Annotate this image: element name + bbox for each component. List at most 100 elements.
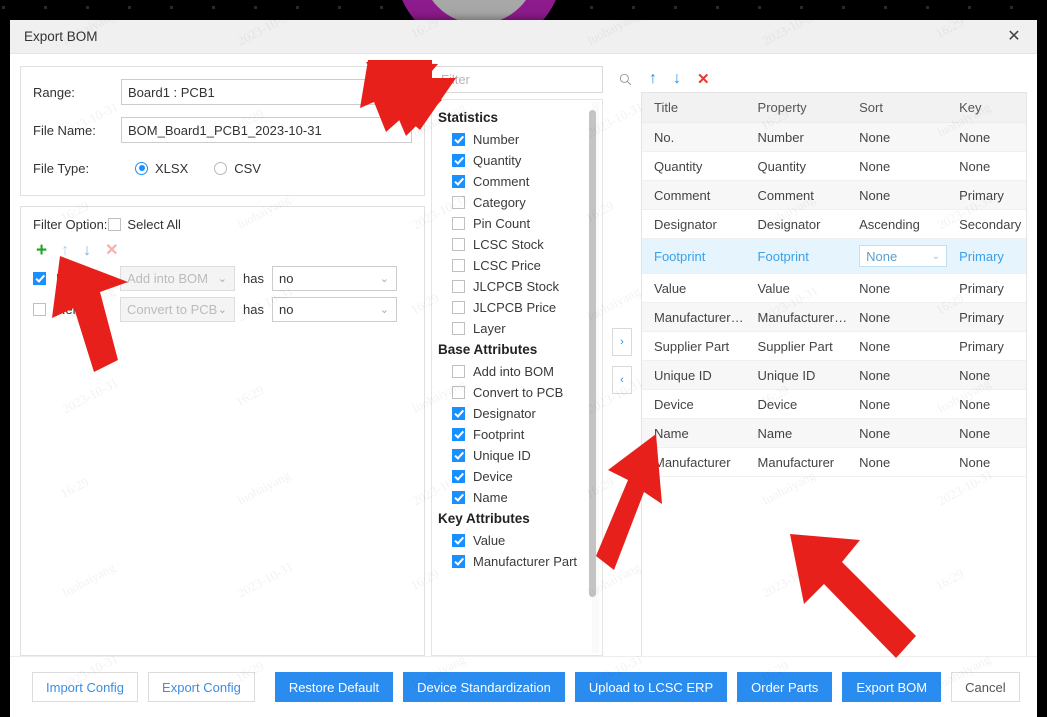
- filter-row-checkbox[interactable]: [33, 303, 46, 316]
- import-config-button[interactable]: Import Config: [32, 672, 139, 702]
- attribute-list-scrollbar-track[interactable]: [589, 102, 599, 653]
- filter-row-field-select[interactable]: Add into BOM ⌄: [120, 266, 235, 291]
- attribute-checkbox[interactable]: [452, 470, 465, 483]
- filter-row-value-select[interactable]: no ⌄: [271, 266, 397, 291]
- attribute-item[interactable]: Designator: [432, 403, 602, 424]
- attribute-checkbox[interactable]: [452, 301, 465, 314]
- attribute-item[interactable]: Convert to PCB: [432, 382, 602, 403]
- attribute-checkbox[interactable]: [452, 428, 465, 441]
- attribute-list-scrollbar-thumb[interactable]: [589, 110, 596, 597]
- attribute-checkbox[interactable]: [452, 407, 465, 420]
- cancel-button[interactable]: Cancel: [951, 672, 1020, 702]
- filetype-option-csv[interactable]: CSV: [214, 161, 261, 176]
- export-config-button[interactable]: Export Config: [148, 672, 255, 702]
- attribute-label: JLCPCB Price: [473, 300, 557, 315]
- cell-key: None: [947, 418, 1026, 448]
- order-parts-button[interactable]: Order Parts: [737, 672, 833, 702]
- attribute-item[interactable]: LCSC Stock: [432, 234, 602, 255]
- table-row[interactable]: Comment Comment None Primary: [642, 180, 1026, 210]
- header-sort[interactable]: Sort: [847, 93, 948, 123]
- attribute-item[interactable]: LCSC Price: [432, 255, 602, 276]
- table-row[interactable]: Manufacturer Manufacturer None None: [642, 447, 1026, 477]
- attribute-checkbox[interactable]: [452, 555, 465, 568]
- move-down-icon[interactable]: ↓: [83, 242, 91, 259]
- attribute-item[interactable]: Manufacturer Part: [432, 551, 602, 572]
- attribute-checkbox[interactable]: [452, 280, 465, 293]
- attribute-checkbox[interactable]: [452, 133, 465, 146]
- chevron-down-icon: ⌄: [393, 86, 403, 99]
- row-move-down-icon[interactable]: ↓: [673, 71, 681, 87]
- table-row[interactable]: No. Number None None: [642, 122, 1026, 152]
- restore-default-button[interactable]: Restore Default: [274, 672, 394, 702]
- range-select[interactable]: Board1 : PCB1 ⌄: [121, 79, 412, 105]
- cell-property: Unique ID: [745, 360, 848, 390]
- sort-select[interactable]: None ⌄: [859, 245, 948, 267]
- attribute-group-title: Base Attributes: [438, 342, 538, 357]
- cell-title: Manufacturer: [642, 447, 746, 477]
- attribute-checkbox[interactable]: [452, 259, 465, 272]
- filter-row-checkbox[interactable]: [33, 272, 46, 285]
- attribute-checkbox[interactable]: [452, 217, 465, 230]
- attribute-item[interactable]: Add into BOM: [432, 361, 602, 382]
- table-row[interactable]: Supplier Part Supplier Part None Primary: [642, 331, 1026, 361]
- attribute-checkbox[interactable]: [452, 365, 465, 378]
- row-move-up-icon[interactable]: ↑: [649, 71, 657, 87]
- move-up-icon[interactable]: ↑: [61, 242, 69, 259]
- filter-row-field-select[interactable]: Convert to PCB ⌄: [120, 297, 235, 322]
- move-to-table-button[interactable]: ›: [612, 328, 632, 356]
- attribute-item[interactable]: JLCPCB Price: [432, 297, 602, 318]
- table-row[interactable]: Quantity Quantity None None: [642, 151, 1026, 181]
- attribute-item[interactable]: Name: [432, 487, 602, 508]
- delete-filter-icon[interactable]: ✕: [105, 242, 118, 259]
- attribute-item[interactable]: Quantity: [432, 150, 602, 171]
- attribute-label: Convert to PCB: [473, 385, 564, 400]
- attribute-checkbox[interactable]: [452, 491, 465, 504]
- attribute-item[interactable]: JLCPCB Stock: [432, 276, 602, 297]
- attribute-list[interactable]: Statistics Number Quantity Comment Category P…: [431, 99, 603, 656]
- attribute-item[interactable]: Value: [432, 530, 602, 551]
- search-input[interactable]: [439, 71, 619, 88]
- export-bom-button[interactable]: Export BOM: [842, 672, 942, 702]
- header-property[interactable]: Property: [745, 93, 848, 123]
- left-column: Range: Board1 : PCB1 ⌄ File Name: BOM_Bo…: [20, 66, 425, 656]
- table-row[interactable]: Name Name None None: [642, 418, 1026, 448]
- header-title[interactable]: Title: [642, 93, 746, 123]
- attribute-item[interactable]: Unique ID: [432, 445, 602, 466]
- move-to-list-button[interactable]: ‹: [612, 366, 632, 394]
- cell-property: Number: [745, 122, 848, 152]
- attribute-checkbox[interactable]: [452, 196, 465, 209]
- table-row[interactable]: Designator Designator Ascending Secondary: [642, 209, 1026, 239]
- attribute-item[interactable]: Number: [432, 129, 602, 150]
- attribute-search-box[interactable]: [431, 66, 632, 93]
- upload-to-lcsc-erp-button[interactable]: Upload to LCSC ERP: [574, 672, 728, 702]
- attribute-item[interactable]: Pin Count: [432, 213, 602, 234]
- row-delete-icon[interactable]: ✕: [697, 72, 710, 87]
- attribute-item[interactable]: Comment: [432, 171, 602, 192]
- attribute-item[interactable]: Footprint: [432, 424, 602, 445]
- header-key[interactable]: Key: [947, 93, 1026, 123]
- table-row[interactable]: Unique ID Unique ID None None: [642, 360, 1026, 390]
- select-all-checkbox[interactable]: [108, 218, 122, 231]
- attribute-item[interactable]: Device: [432, 466, 602, 487]
- background-tick: [968, 6, 971, 9]
- attribute-item[interactable]: Layer: [432, 318, 602, 339]
- attribute-checkbox[interactable]: [452, 175, 465, 188]
- filetype-option-xlsx[interactable]: XLSX: [135, 161, 188, 176]
- table-row[interactable]: Manufacturer… Manufacturer… None Primary: [642, 302, 1026, 332]
- close-icon[interactable]: ✕: [1003, 26, 1025, 48]
- filename-input[interactable]: BOM_Board1_PCB1_2023-10-31: [121, 117, 412, 143]
- attribute-checkbox[interactable]: [452, 386, 465, 399]
- filter-row-value-select[interactable]: no ⌄: [271, 297, 397, 322]
- attribute-checkbox[interactable]: [452, 534, 465, 547]
- table-row[interactable]: Value Value None Primary: [642, 273, 1026, 303]
- table-row[interactable]: Device Device None None: [642, 389, 1026, 419]
- attribute-item[interactable]: Category: [432, 192, 602, 213]
- attribute-checkbox[interactable]: [452, 322, 465, 335]
- device-standardization-button[interactable]: Device Standardization: [403, 672, 565, 702]
- cell-title: Unique ID: [642, 360, 746, 390]
- add-filter-icon[interactable]: +: [36, 241, 47, 260]
- attribute-checkbox[interactable]: [452, 154, 465, 167]
- attribute-checkbox[interactable]: [452, 449, 465, 462]
- table-row[interactable]: Footprint Footprint None ⌄ Primary: [642, 238, 1026, 274]
- attribute-checkbox[interactable]: [452, 238, 465, 251]
